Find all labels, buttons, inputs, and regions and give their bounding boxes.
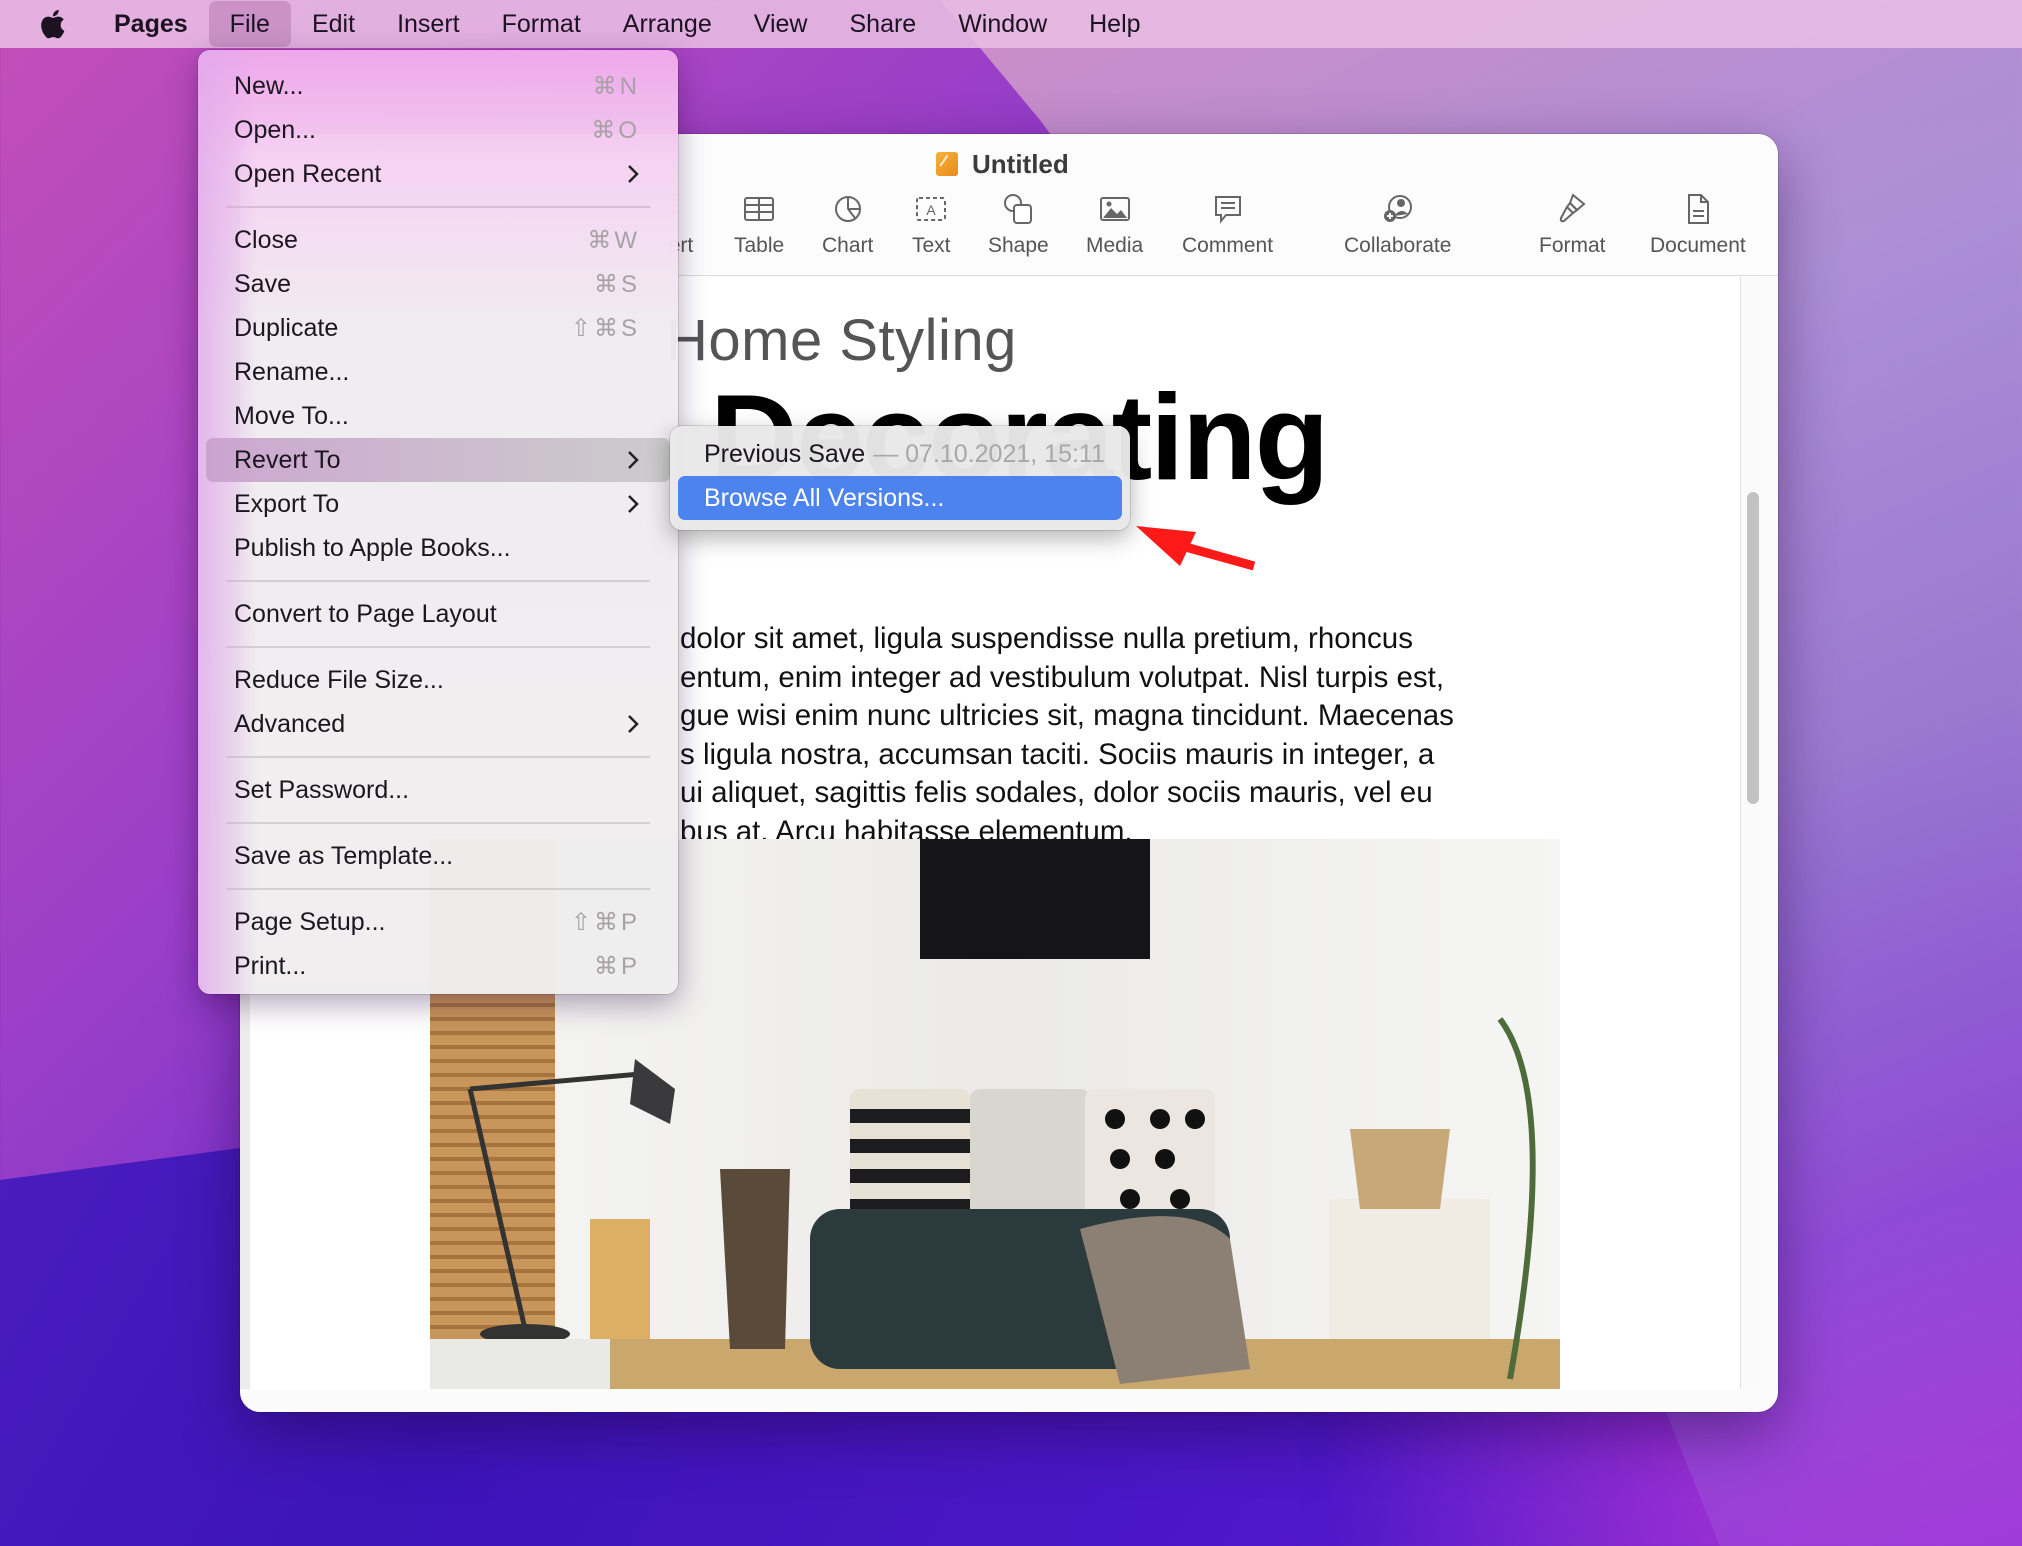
menu-item-advanced[interactable]: Advanced — [206, 702, 670, 746]
shortcut-label: ⇧⌘P — [570, 908, 640, 936]
menu-item-export-to[interactable]: Export To — [206, 482, 670, 526]
chart-icon — [834, 196, 861, 222]
chevron-right-icon — [628, 451, 639, 469]
file-menu-dropdown: New... ⌘N Open... ⌘O Open Recent Close ⌘W S… — [198, 50, 678, 994]
shape-icon — [1004, 194, 1033, 224]
menu-item-duplicate[interactable]: Duplicate ⇧⌘S — [206, 306, 670, 350]
scrollbar-thumb[interactable] — [1747, 492, 1759, 804]
toolbar-table-button[interactable]: Table — [734, 192, 784, 258]
toolbar-media-button[interactable]: Media — [1086, 192, 1143, 258]
text-box-icon: A — [916, 197, 947, 221]
menu-item-set-password[interactable]: Set Password... — [206, 768, 670, 812]
shortcut-label: ⌘O — [591, 116, 640, 144]
menu-item-new[interactable]: New... ⌘N — [206, 64, 670, 108]
menu-share[interactable]: Share — [828, 0, 937, 48]
shortcut-label: ⇧⌘S — [570, 314, 640, 342]
menu-separator — [226, 756, 650, 758]
vertical-scrollbar[interactable] — [1740, 277, 1764, 1389]
body-line: dolor sit amet, ligula suspendisse nulla… — [680, 622, 1413, 655]
body-line: ui aliquet, sagittis felis sodales, dolo… — [680, 776, 1433, 809]
menu-separator — [226, 580, 650, 582]
menu-item-open-recent[interactable]: Open Recent — [206, 152, 670, 196]
toolbar-text-button[interactable]: A Text — [912, 192, 951, 258]
menu-arrange[interactable]: Arrange — [602, 0, 733, 48]
menu-view[interactable]: View — [733, 0, 829, 48]
menu-file[interactable]: File — [208, 1, 291, 47]
chevron-right-icon — [628, 495, 639, 513]
shortcut-label: ⌘S — [593, 270, 640, 298]
menu-item-rename[interactable]: Rename... — [206, 350, 670, 394]
menu-app-name[interactable]: Pages — [104, 0, 209, 48]
chevron-right-icon — [628, 715, 639, 733]
toolbar-shape-button[interactable]: Shape — [988, 192, 1049, 258]
previous-save-date: — 07.10.2021, 15:11 — [873, 439, 1105, 468]
menu-item-convert-page-layout[interactable]: Convert to Page Layout — [206, 592, 670, 636]
menu-item-reduce-file-size[interactable]: Reduce File Size... — [206, 658, 670, 702]
collaborate-icon — [1383, 195, 1412, 222]
document-body-text[interactable]: dolor sit amet, ligula suspendisse nulla… — [680, 620, 1580, 851]
toolbar-chart-button[interactable]: Chart — [822, 192, 873, 258]
shortcut-label: ⌘W — [587, 226, 640, 254]
window-title-text: Untitled — [972, 148, 1069, 179]
menu-insert[interactable]: Insert — [376, 0, 481, 48]
revert-to-submenu: Previous Save — 07.10.2021, 15:11 Browse… — [670, 426, 1130, 530]
toolbar-document-button[interactable]: Document — [1650, 192, 1746, 258]
media-icon — [1099, 197, 1130, 221]
menu-item-page-setup[interactable]: Page Setup... ⇧⌘P — [206, 900, 670, 944]
body-line: s ligula nostra, accumsan taciti. Sociis… — [680, 737, 1435, 771]
apple-logo-icon[interactable] — [38, 7, 68, 41]
menu-item-close[interactable]: Close ⌘W — [206, 218, 670, 262]
menu-help[interactable]: Help — [1068, 0, 1161, 48]
submenu-item-browse-all-versions[interactable]: Browse All Versions... — [678, 476, 1122, 520]
window-title: Untitled — [936, 144, 1069, 184]
toolbar-collaborate-button[interactable]: Collaborate — [1344, 192, 1451, 258]
menu-separator — [226, 822, 650, 824]
menu-item-save[interactable]: Save ⌘S — [206, 262, 670, 306]
toolbar-comment-button[interactable]: Comment — [1182, 192, 1273, 258]
menu-item-publish-apple-books[interactable]: Publish to Apple Books... — [206, 526, 670, 570]
menu-separator — [226, 206, 650, 208]
format-brush-icon — [1560, 193, 1586, 223]
comment-icon — [1214, 196, 1241, 224]
body-line: entum, enim integer ad vestibulum volutp… — [680, 660, 1445, 694]
menu-item-move-to[interactable]: Move To... — [206, 394, 670, 438]
annotation-arrow-icon — [1136, 526, 1256, 571]
menu-separator — [226, 888, 650, 890]
svg-text:A: A — [927, 202, 937, 218]
body-line: gue wisi enim nunc ultricies sit, magna … — [680, 699, 1454, 732]
toolbar-format-button[interactable]: Format — [1539, 192, 1606, 258]
shortcut-label: ⌘N — [592, 72, 640, 100]
menu-item-open[interactable]: Open... ⌘O — [206, 108, 670, 152]
pages-document-icon — [936, 152, 958, 176]
menu-window[interactable]: Window — [937, 0, 1068, 48]
document-subtitle[interactable]: Home Styling — [666, 307, 1017, 374]
menu-item-revert-to[interactable]: Revert To — [206, 438, 670, 482]
menu-item-print[interactable]: Print... ⌘P — [206, 944, 670, 988]
submenu-item-previous-save[interactable]: Previous Save — 07.10.2021, 15:11 — [678, 432, 1122, 476]
table-icon — [744, 197, 775, 221]
menu-separator — [226, 646, 650, 648]
menu-item-save-as-template[interactable]: Save as Template... — [206, 834, 670, 878]
document-icon — [1687, 194, 1709, 224]
chevron-right-icon — [628, 165, 639, 183]
menu-format[interactable]: Format — [481, 0, 602, 48]
menu-edit[interactable]: Edit — [291, 0, 376, 48]
shortcut-label: ⌘P — [593, 952, 640, 980]
menu-bar: Pages File Edit Insert Format Arrange Vi… — [0, 0, 2022, 48]
